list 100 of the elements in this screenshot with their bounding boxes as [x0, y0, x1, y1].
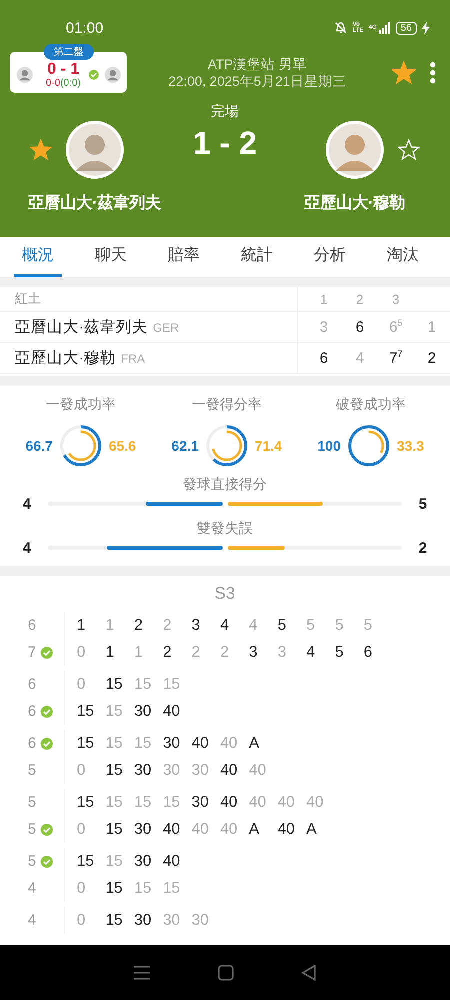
point-score: 15	[77, 734, 96, 752]
point-score: 2	[163, 644, 173, 662]
point-score: 0	[77, 762, 87, 780]
point-score: 30	[134, 912, 153, 930]
point-score: 1	[134, 644, 144, 662]
set-number: 2	[355, 292, 365, 306]
set-score: 6	[318, 350, 330, 366]
country-code: FRA	[121, 352, 146, 366]
bell-off-icon	[334, 21, 348, 35]
avatar	[16, 66, 32, 82]
player-avatar	[326, 121, 384, 179]
stat-value: 62.1	[172, 438, 199, 454]
player-name[interactable]: 亞歷山大·穆勒	[304, 193, 406, 214]
battery-level: 56	[396, 22, 417, 34]
point-score: 5	[364, 616, 374, 634]
point-score: 30	[134, 820, 153, 838]
point-score: 30	[163, 762, 182, 780]
more-icon[interactable]	[430, 62, 436, 84]
menu-icon[interactable]	[133, 964, 152, 980]
point-score: 15	[134, 880, 153, 898]
point-score: 15	[106, 676, 124, 694]
tab[interactable]: 淘汰	[379, 237, 427, 277]
stat-value: 66.7	[26, 438, 53, 454]
game-count: 6	[28, 617, 36, 634]
home-icon[interactable]	[218, 964, 234, 980]
point-score: 1	[77, 616, 87, 634]
set-score: 1	[426, 318, 438, 336]
point-score: 30	[134, 702, 153, 720]
point-score: 40	[220, 734, 239, 752]
point-score: A	[306, 820, 318, 838]
point-score: 15	[163, 794, 182, 812]
point-score: 40	[163, 852, 182, 870]
point-score: 30	[163, 912, 182, 930]
tab[interactable]: 聊天	[87, 237, 135, 277]
game-count: 5	[28, 794, 36, 811]
point-score: 15	[106, 794, 124, 812]
star-icon[interactable]	[392, 60, 416, 84]
game-count: 5	[28, 853, 36, 870]
point-score: 15	[77, 702, 96, 720]
stat-value: 65.6	[108, 438, 136, 454]
tournament-title: ATP漢堡站 男單	[208, 56, 307, 72]
player-name[interactable]: 亞曆山大·茲韋列夫	[28, 193, 162, 214]
point-score: A	[249, 734, 260, 752]
back-icon[interactable]	[300, 964, 317, 980]
point-score: 15	[106, 734, 124, 752]
tab[interactable]: 賠率	[160, 237, 208, 277]
point-score: 30	[163, 734, 182, 752]
set-score: 3	[318, 318, 330, 336]
point-score: 15	[134, 794, 153, 812]
set-badge: 第二盤	[44, 44, 94, 60]
set-number: 1	[319, 292, 329, 306]
surface-label: 紅土	[15, 290, 42, 308]
stat-value: 33.3	[396, 438, 424, 454]
point-score: 15	[106, 852, 124, 870]
country-code: GER	[153, 320, 180, 334]
point-score: 40	[278, 820, 296, 838]
point-score: 15	[106, 820, 124, 838]
point-score: 30	[192, 794, 210, 812]
point-score: 15	[163, 880, 182, 898]
point-score: 40	[278, 794, 296, 812]
set-score: 6	[354, 318, 366, 336]
point-score: 15	[106, 762, 124, 780]
game-count: 4	[28, 880, 36, 897]
point-score: 4	[306, 644, 316, 662]
point-score: 40	[163, 702, 182, 720]
game-count: 5	[28, 762, 36, 779]
match-score: 1 - 2	[192, 125, 258, 162]
point-score: 0	[77, 912, 87, 930]
set-title: S3	[214, 584, 236, 604]
status-time: 01:00	[66, 20, 104, 36]
point-score: 4	[249, 616, 259, 634]
point-score: 0	[77, 644, 87, 662]
point-score: A	[249, 820, 260, 838]
tab[interactable]: 統計	[233, 237, 281, 277]
tab[interactable]: 分析	[306, 237, 354, 277]
point-score: 15	[134, 734, 153, 752]
game-count: 5	[28, 821, 36, 838]
star-icon[interactable]	[30, 139, 52, 161]
point-score: 15	[106, 880, 124, 898]
signal-icon	[378, 22, 391, 34]
stat-value: 4	[22, 496, 32, 512]
match-status: 完場	[211, 103, 239, 121]
game-count: 7	[28, 644, 36, 661]
set-score: 6$^{5}$	[388, 318, 404, 336]
point-score: 3	[249, 644, 259, 662]
point-score: 5	[335, 644, 345, 662]
player-name: 亞歷山大·穆勒	[15, 348, 116, 368]
point-score: 15	[106, 702, 124, 720]
point-score: 40	[192, 820, 210, 838]
point-score: 2	[220, 644, 230, 662]
match-datetime: 22:00, 2025年5月21日星期三	[168, 72, 346, 90]
point-score: 40	[220, 820, 239, 838]
stat-value: 2	[418, 540, 428, 556]
point-score: 40	[306, 794, 325, 812]
stat-label: 破發成功率	[336, 396, 406, 414]
stat-label: 發球直接得分	[182, 476, 268, 494]
point-score: 6	[364, 644, 374, 662]
player-avatar	[66, 121, 124, 179]
set-score: 2	[426, 350, 438, 366]
game-score: 0-0	[46, 78, 60, 88]
